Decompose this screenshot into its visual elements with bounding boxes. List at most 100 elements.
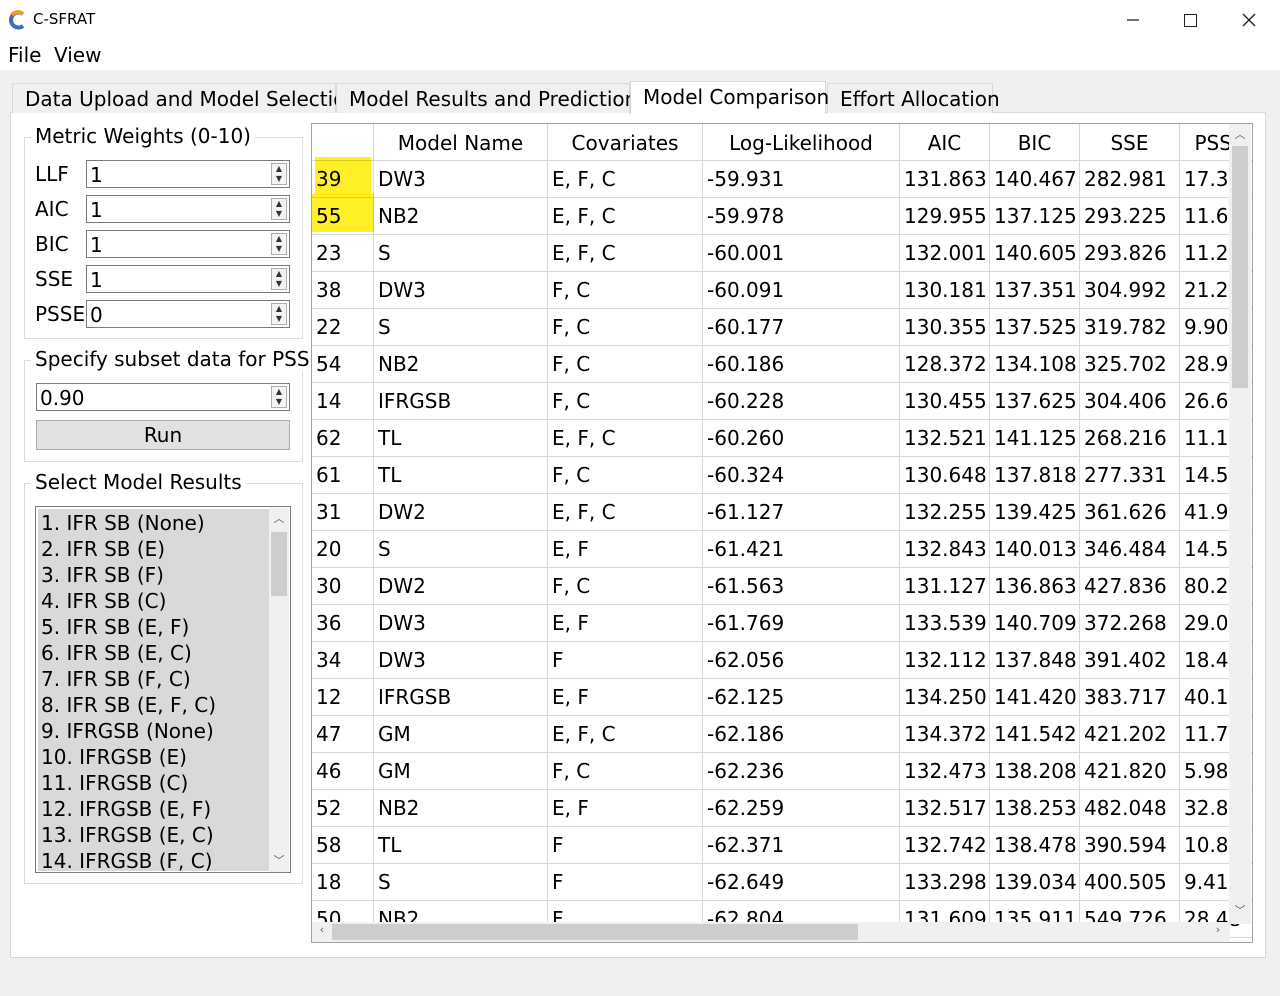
cell-covariates: F bbox=[548, 827, 703, 864]
table-row[interactable]: 22 S F, C -60.177 130.355 137.525 319.782 9.905 bbox=[312, 309, 1252, 346]
cell-model-name: DW3 bbox=[374, 642, 548, 679]
weight-spinbox-psse[interactable]: 0 ▲ ▼ bbox=[86, 300, 290, 328]
cell-log-likelihood: -62.186 bbox=[703, 716, 900, 753]
table-row[interactable]: 46 GM F, C -62.236 132.473 138.208 421.820 5.98… bbox=[312, 753, 1252, 790]
table-row[interactable]: 55NB2E, F, C-59.978129.955137.125293.225… bbox=[312, 198, 1252, 235]
metric-weights-title: Metric Weights (0-10) bbox=[31, 124, 255, 148]
model-results-list[interactable]: 1. IFR SB (None) 2. IFR SB (E) 3. IFR SB (… bbox=[35, 506, 291, 873]
weight-spinbox-llf[interactable]: 1 ▲ ▼ bbox=[86, 160, 290, 188]
cell-aic: 132.255 bbox=[900, 494, 990, 531]
close-button[interactable] bbox=[1220, 0, 1278, 40]
list-scrollbar[interactable]: ︿ ﹀ bbox=[269, 508, 289, 872]
scroll-right-icon[interactable]: › bbox=[1208, 923, 1228, 936]
table-row[interactable]: 30 DW2 F, C -61.563 131.127 136.863 427.836 80.… bbox=[312, 568, 1252, 605]
maximize-icon bbox=[1183, 13, 1197, 27]
table-row[interactable]: 54 NB2 F, C -60.186 128.372 134.108 325.702 28.… bbox=[312, 346, 1252, 383]
table-row[interactable]: 12 IFRGSB E, F -62.125 134.250 141.420 383.717… bbox=[312, 679, 1252, 716]
tab-model-comparison[interactable]: Model Comparison bbox=[630, 81, 829, 114]
scroll-down-icon[interactable]: ﹀ bbox=[1229, 902, 1251, 918]
table-row[interactable]: 36 DW3 E, F -61.769 133.539 140.709 372.268 29.… bbox=[312, 605, 1252, 642]
cell-model-name: NB2 bbox=[374, 790, 548, 827]
column-header-model-name[interactable]: Model Name bbox=[374, 124, 548, 161]
spin-arrows-icon[interactable]: ▲ ▼ bbox=[271, 386, 287, 408]
table-row[interactable]: 47 GM E, F, C -62.186 134.372 141.542 421.202 1… bbox=[312, 716, 1252, 753]
tab-model-results[interactable]: Model Results and Predictions bbox=[336, 83, 648, 113]
minimize-button[interactable] bbox=[1104, 0, 1162, 40]
table-row[interactable]: 62 TL E, F, C -60.260 132.521 141.125 268.216 1… bbox=[312, 420, 1252, 457]
column-header-row-index[interactable] bbox=[312, 124, 374, 161]
table-row[interactable]: 61 TL F, C -60.324 130.648 137.818 277.331 14.5… bbox=[312, 457, 1252, 494]
list-item[interactable]: 6. IFR SB (E, C) bbox=[38, 639, 270, 665]
scroll-up-icon[interactable]: ︿ bbox=[1229, 126, 1251, 142]
title-bar[interactable]: C-SFRAT bbox=[0, 0, 1280, 40]
list-scroll-thumb[interactable] bbox=[271, 532, 287, 596]
run-button[interactable]: Run bbox=[36, 420, 290, 450]
menu-file[interactable]: File bbox=[8, 43, 41, 67]
spin-arrows-icon[interactable]: ▲ ▼ bbox=[271, 268, 287, 290]
table-row[interactable]: 39DW3E, F, C-59.931131.863140.467282.981… bbox=[312, 161, 1252, 198]
tab-effort-allocation[interactable]: Effort Allocation bbox=[827, 83, 1000, 113]
spin-arrows-icon[interactable]: ▲ ▼ bbox=[271, 163, 287, 185]
table-vertical-scrollbar[interactable]: ︿ ﹀ bbox=[1229, 124, 1251, 924]
spin-arrows-icon[interactable]: ▲ ▼ bbox=[271, 198, 287, 220]
column-header-covariates[interactable]: Covariates bbox=[548, 124, 703, 161]
cell-model-name: DW3 bbox=[374, 161, 548, 198]
list-item[interactable]: 11. IFRGSB (C) bbox=[38, 769, 270, 795]
cell-model-name: GM bbox=[374, 753, 548, 790]
cell-log-likelihood: -61.563 bbox=[703, 568, 900, 605]
list-item[interactable]: 9. IFRGSB (None) bbox=[38, 717, 270, 743]
weight-label-bic: BIC bbox=[35, 232, 69, 256]
list-item[interactable]: 5. IFR SB (E, F) bbox=[38, 613, 270, 639]
column-header-sse[interactable]: SSE bbox=[1080, 124, 1180, 161]
table-row[interactable]: 38 DW3 F, C -60.091 130.181 137.351 304.992 21.… bbox=[312, 272, 1252, 309]
table-row[interactable]: 18 S F -62.649 133.298 139.034 400.505 9.413 bbox=[312, 864, 1252, 901]
weight-spinbox-aic[interactable]: 1 ▲ ▼ bbox=[86, 195, 290, 223]
table-vscroll-thumb[interactable] bbox=[1232, 146, 1248, 388]
list-item[interactable]: 2. IFR SB (E) bbox=[38, 535, 270, 561]
table-horizontal-scrollbar[interactable]: ‹ › bbox=[312, 922, 1230, 942]
weight-spinbox-bic[interactable]: 1 ▲ ▼ bbox=[86, 230, 290, 258]
scroll-up-icon[interactable]: ︿ bbox=[269, 510, 289, 526]
list-item[interactable]: 12. IFRGSB (E, F) bbox=[38, 795, 270, 821]
cell-model-name: IFRGSB bbox=[374, 383, 548, 420]
scroll-down-icon[interactable]: ﹀ bbox=[269, 852, 289, 868]
cell-sse: 293.826 bbox=[1080, 235, 1180, 272]
list-item[interactable]: 13. IFRGSB (E, C) bbox=[38, 821, 270, 847]
subset-value: 0.90 bbox=[40, 386, 85, 410]
subset-spinbox[interactable]: 0.90 ▲ ▼ bbox=[36, 383, 290, 411]
model-comparison-table[interactable]: Model Name Covariates Log-Likelihood AIC BIC… bbox=[311, 123, 1253, 943]
list-item[interactable]: 4. IFR SB (C) bbox=[38, 587, 270, 613]
list-item[interactable]: 8. IFR SB (E, F, C) bbox=[38, 691, 270, 717]
list-item[interactable]: 3. IFR SB (F) bbox=[38, 561, 270, 587]
table-hscroll-thumb[interactable] bbox=[332, 924, 858, 940]
list-item[interactable]: 7. IFR SB (F, C) bbox=[38, 665, 270, 691]
weight-spinbox-sse[interactable]: 1 ▲ ▼ bbox=[86, 265, 290, 293]
table-row[interactable]: 58 TL F -62.371 132.742 138.478 390.594 10.86 bbox=[312, 827, 1252, 864]
list-item[interactable]: 10. IFRGSB (E) bbox=[38, 743, 270, 769]
cell-aic: 132.742 bbox=[900, 827, 990, 864]
scroll-left-icon[interactable]: ‹ bbox=[312, 923, 332, 936]
table-row[interactable]: 31 DW2 E, F, C -61.127 132.255 139.425 361.626… bbox=[312, 494, 1252, 531]
list-item[interactable]: 14. IFRGSB (F, C) bbox=[38, 847, 270, 871]
cell-log-likelihood: -59.978 bbox=[703, 198, 900, 235]
table-row[interactable]: 14 IFRGSB F, C -60.228 130.455 137.625 304.406… bbox=[312, 383, 1252, 420]
spin-arrows-icon[interactable]: ▲ ▼ bbox=[271, 303, 287, 325]
column-header-log-likelihood[interactable]: Log-Likelihood bbox=[703, 124, 900, 161]
cell-aic: 132.001 bbox=[900, 235, 990, 272]
cell-bic: 141.125 bbox=[990, 420, 1080, 457]
list-item[interactable]: 1. IFR SB (None) bbox=[38, 509, 270, 535]
close-icon bbox=[1242, 13, 1256, 27]
cell-log-likelihood: -60.001 bbox=[703, 235, 900, 272]
table-row[interactable]: 23 S E, F, C -60.001 132.001 140.605 293.826 11… bbox=[312, 235, 1252, 272]
cell-aic: 130.648 bbox=[900, 457, 990, 494]
column-header-aic[interactable]: AIC bbox=[900, 124, 990, 161]
table-row[interactable]: 34 DW3 F -62.056 132.112 137.848 391.402 18.43 bbox=[312, 642, 1252, 679]
table-row[interactable]: 20 S E, F -61.421 132.843 140.013 346.484 14.50 bbox=[312, 531, 1252, 568]
column-header-bic[interactable]: BIC bbox=[990, 124, 1080, 161]
spin-arrows-icon[interactable]: ▲ ▼ bbox=[271, 233, 287, 255]
tab-data-upload[interactable]: Data Upload and Model Selection bbox=[12, 83, 358, 113]
cell-aic: 133.539 bbox=[900, 605, 990, 642]
maximize-button[interactable] bbox=[1161, 0, 1219, 40]
table-row[interactable]: 52 NB2 E, F -62.259 132.517 138.253 482.048 32.… bbox=[312, 790, 1252, 827]
menu-view[interactable]: View bbox=[54, 43, 101, 67]
